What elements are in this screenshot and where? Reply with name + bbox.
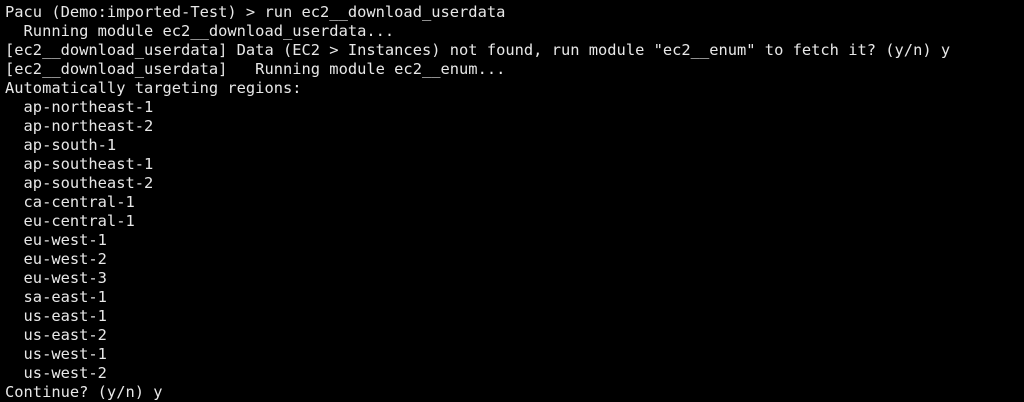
terminal-window[interactable]: Pacu (Demo:imported-Test) > run ec2__dow… (0, 0, 1024, 402)
region-item: ap-northeast-1 (5, 98, 154, 116)
region-item: us-east-1 (5, 307, 107, 325)
region-item: us-east-2 (5, 326, 107, 344)
region-item: eu-west-1 (5, 231, 107, 249)
terminal-line-continue-prompt: Continue? (y/n) y (5, 383, 163, 401)
terminal-line-data-not-found-prompt: [ec2__download_userdata] Data (EC2 > Ins… (5, 41, 951, 59)
region-item: ap-south-1 (5, 136, 117, 154)
region-item: eu-west-3 (5, 269, 107, 287)
region-item: eu-west-2 (5, 250, 107, 268)
terminal-line-running-module: Running module ec2__download_userdata... (5, 22, 395, 40)
terminal-line-running-enum: [ec2__download_userdata] Running module … (5, 60, 506, 78)
region-item: us-west-1 (5, 345, 107, 363)
region-item: sa-east-1 (5, 288, 107, 306)
region-item: ap-southeast-2 (5, 174, 154, 192)
region-item: ap-northeast-2 (5, 117, 154, 135)
region-item: eu-central-1 (5, 212, 135, 230)
terminal-line-command: Pacu (Demo:imported-Test) > run ec2__dow… (5, 3, 506, 21)
region-item: ca-central-1 (5, 193, 135, 211)
terminal-line-targeting-regions: Automatically targeting regions: (5, 79, 302, 97)
region-item: ap-southeast-1 (5, 155, 154, 173)
region-item: us-west-2 (5, 364, 107, 382)
